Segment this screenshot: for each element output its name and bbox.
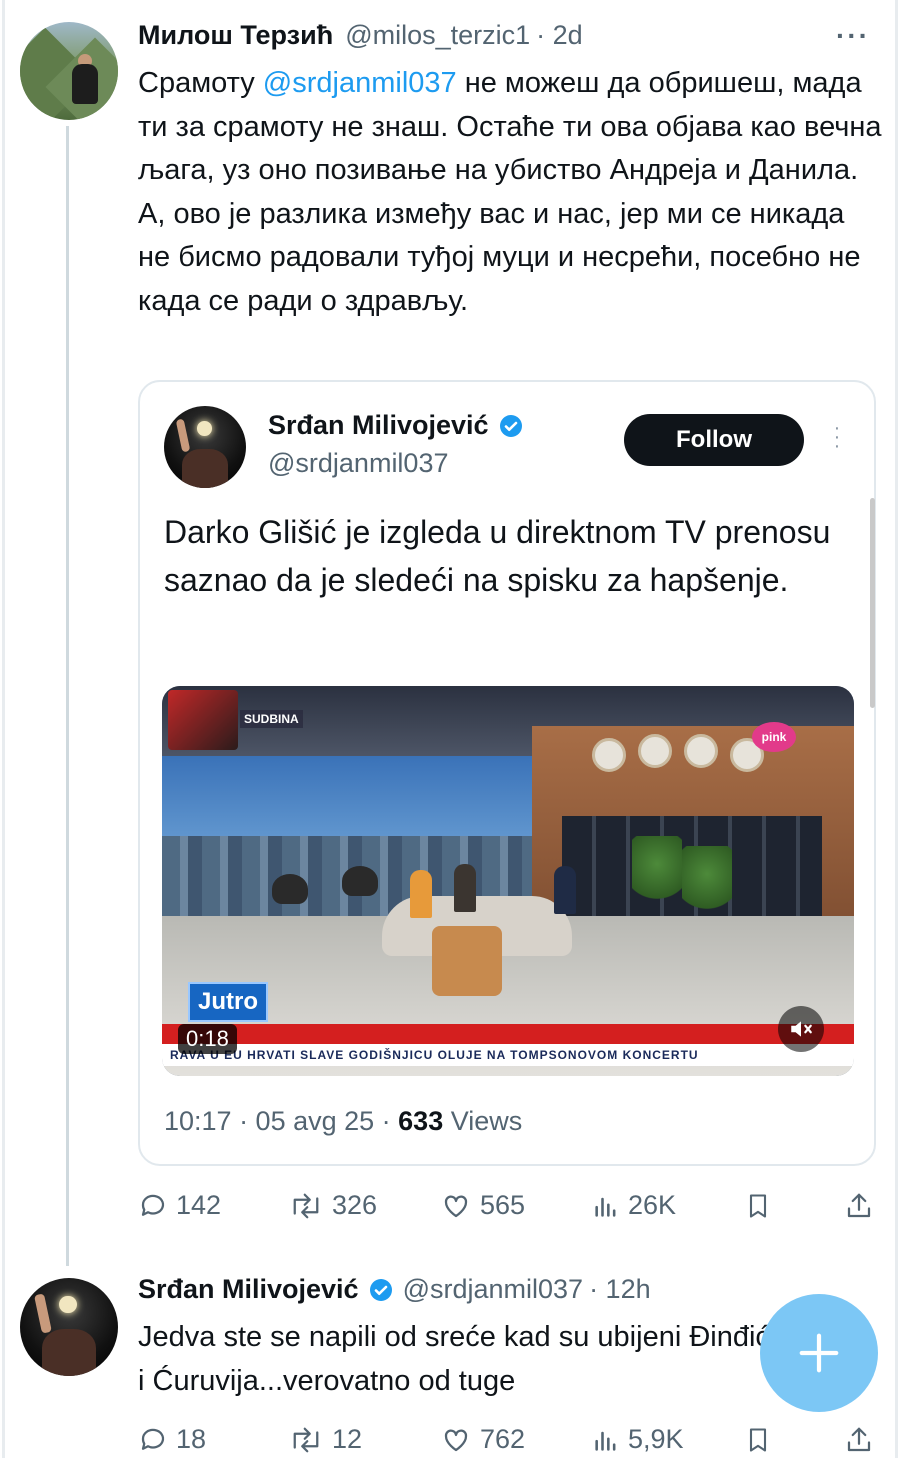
thread-connector-line: [66, 126, 69, 1266]
reply-text: Jedva ste se napili od sreće kad su ubij…: [138, 1321, 770, 1397]
share-icon: [847, 1427, 871, 1452]
studio-plant: [632, 836, 682, 906]
reply-author-name[interactable]: Srđan Milivojević: [138, 1274, 359, 1305]
repost-icon: [293, 1193, 319, 1218]
desk-front: [432, 926, 502, 996]
bookmark-button[interactable]: [744, 1424, 780, 1456]
views-button[interactable]: 5,9K: [592, 1424, 684, 1455]
verified-badge-icon: [499, 414, 522, 437]
like-count: 565: [480, 1190, 526, 1220]
anchor-person: [410, 870, 432, 918]
reply-author-handle[interactable]: @srdjanmil037: [403, 1274, 583, 1305]
vertical-more-icon[interactable]: · · ·: [832, 418, 842, 456]
quoted-avatar[interactable]: [164, 406, 246, 488]
reply-count: 142: [176, 1190, 222, 1220]
quoted-author-name[interactable]: Srđan Milivojević: [268, 410, 489, 441]
scrollbar[interactable]: [870, 498, 875, 708]
share-button[interactable]: [844, 1190, 882, 1222]
more-options-icon[interactable]: ···: [836, 20, 870, 52]
repost-count: 326: [332, 1190, 378, 1220]
reply-button[interactable]: 142: [138, 1190, 221, 1221]
quoted-timestamp-line: 10:17 · 05 avg 25 · 633 Views: [164, 1106, 522, 1137]
quoted-tweet-text: Darko Glišić je izgleda u direktnom TV p…: [164, 514, 831, 598]
reply-button[interactable]: 18: [138, 1424, 206, 1455]
avatar[interactable]: [20, 22, 118, 120]
guest-person: [454, 864, 476, 912]
share-icon: [847, 1193, 871, 1218]
like-button[interactable]: 762: [440, 1424, 525, 1455]
avatar-light: [59, 1295, 77, 1314]
avatar-raised-arm: [33, 1293, 52, 1334]
verified-badge-icon: [369, 1278, 392, 1301]
quoted-handle-line: @srdjanmil037: [268, 448, 448, 479]
reply-icon: [141, 1428, 165, 1450]
repost-count: 12: [332, 1424, 363, 1454]
heart-icon: [444, 1194, 468, 1217]
tweet-time[interactable]: · 2d: [536, 20, 583, 51]
quoted-timestamp[interactable]: 10:17 · 05 avg 25 ·: [164, 1106, 398, 1136]
reply-avatar[interactable]: [20, 1278, 118, 1376]
avatar-figure: [41, 1328, 97, 1376]
studio-chair: [272, 874, 308, 904]
quoted-author-handle[interactable]: @srdjanmil037: [268, 448, 448, 479]
like-count: 762: [480, 1424, 526, 1454]
avatar-figure: [182, 448, 228, 488]
ticker-red-bar: [162, 1024, 854, 1044]
show-logo: Jutro: [188, 982, 268, 1022]
quoted-header: Srđan Milivojević: [268, 410, 523, 441]
compose-fab-button[interactable]: [760, 1294, 878, 1412]
like-button[interactable]: 565: [440, 1190, 525, 1221]
views-count-action: 5,9K: [628, 1424, 684, 1454]
avatar-raised-arm: [175, 418, 191, 453]
views-button[interactable]: 26K: [592, 1190, 676, 1221]
avatar-light: [196, 420, 212, 436]
promo-thumbnail: [168, 690, 238, 750]
news-ticker: RAVA U EU HRVATI SLAVE GODIŠNJICU OLUJE …: [162, 1044, 854, 1066]
avatar-person: [72, 64, 98, 104]
tweet-text-part: Срамоту: [138, 67, 263, 99]
author-name[interactable]: Милош Терзић: [138, 20, 333, 51]
guest-person: [554, 866, 576, 914]
follow-button[interactable]: Follow: [624, 414, 804, 466]
reply-icon: [141, 1194, 165, 1216]
views-count-action: 26K: [628, 1190, 677, 1220]
mention-link[interactable]: @srdjanmil037: [263, 67, 457, 99]
analytics-icon: [595, 1197, 616, 1217]
volume-button[interactable]: [778, 1006, 824, 1052]
reply-header: Srđan Milivojević @srdjanmil037 · 12h: [138, 1274, 651, 1305]
views-label: Views: [443, 1106, 523, 1136]
author-handle[interactable]: @milos_terzic1: [345, 20, 530, 51]
studio-clock: [684, 734, 718, 768]
share-button[interactable]: [844, 1424, 882, 1456]
speaker-muted-icon: [791, 1021, 812, 1037]
promo-label: SUDBINA: [240, 710, 303, 728]
video-duration: 0:18: [178, 1024, 237, 1054]
repost-button[interactable]: 12: [288, 1424, 362, 1455]
bookmark-button[interactable]: [744, 1190, 780, 1222]
analytics-icon: [595, 1431, 616, 1451]
reply-time[interactable]: · 12h: [589, 1274, 651, 1305]
bookmark-icon: [749, 1194, 767, 1218]
repost-icon: [293, 1427, 319, 1452]
studio-plant: [682, 846, 732, 916]
tweet-body: Срамоту @srdjanmil037 не можеш да обрише…: [138, 62, 884, 323]
tweet-header: Милош Терзић @milos_terzic1 · 2d: [138, 20, 583, 51]
views-count: 633: [398, 1106, 444, 1136]
tweet-text-part: А, ово је разлика између вас и нас, јер …: [138, 197, 861, 317]
video-player[interactable]: SUDBINA pink Jutro RAVA U EU HRVATI SLAV…: [162, 686, 854, 1076]
studio-chair: [342, 866, 378, 896]
bookmark-icon: [749, 1428, 767, 1452]
studio-clock: [592, 738, 626, 772]
reply-count: 18: [176, 1424, 207, 1454]
repost-button[interactable]: 326: [288, 1190, 377, 1221]
heart-icon: [444, 1428, 468, 1451]
channel-logo: pink: [752, 722, 796, 752]
studio-clock: [638, 734, 672, 768]
plus-icon: [799, 1333, 839, 1373]
